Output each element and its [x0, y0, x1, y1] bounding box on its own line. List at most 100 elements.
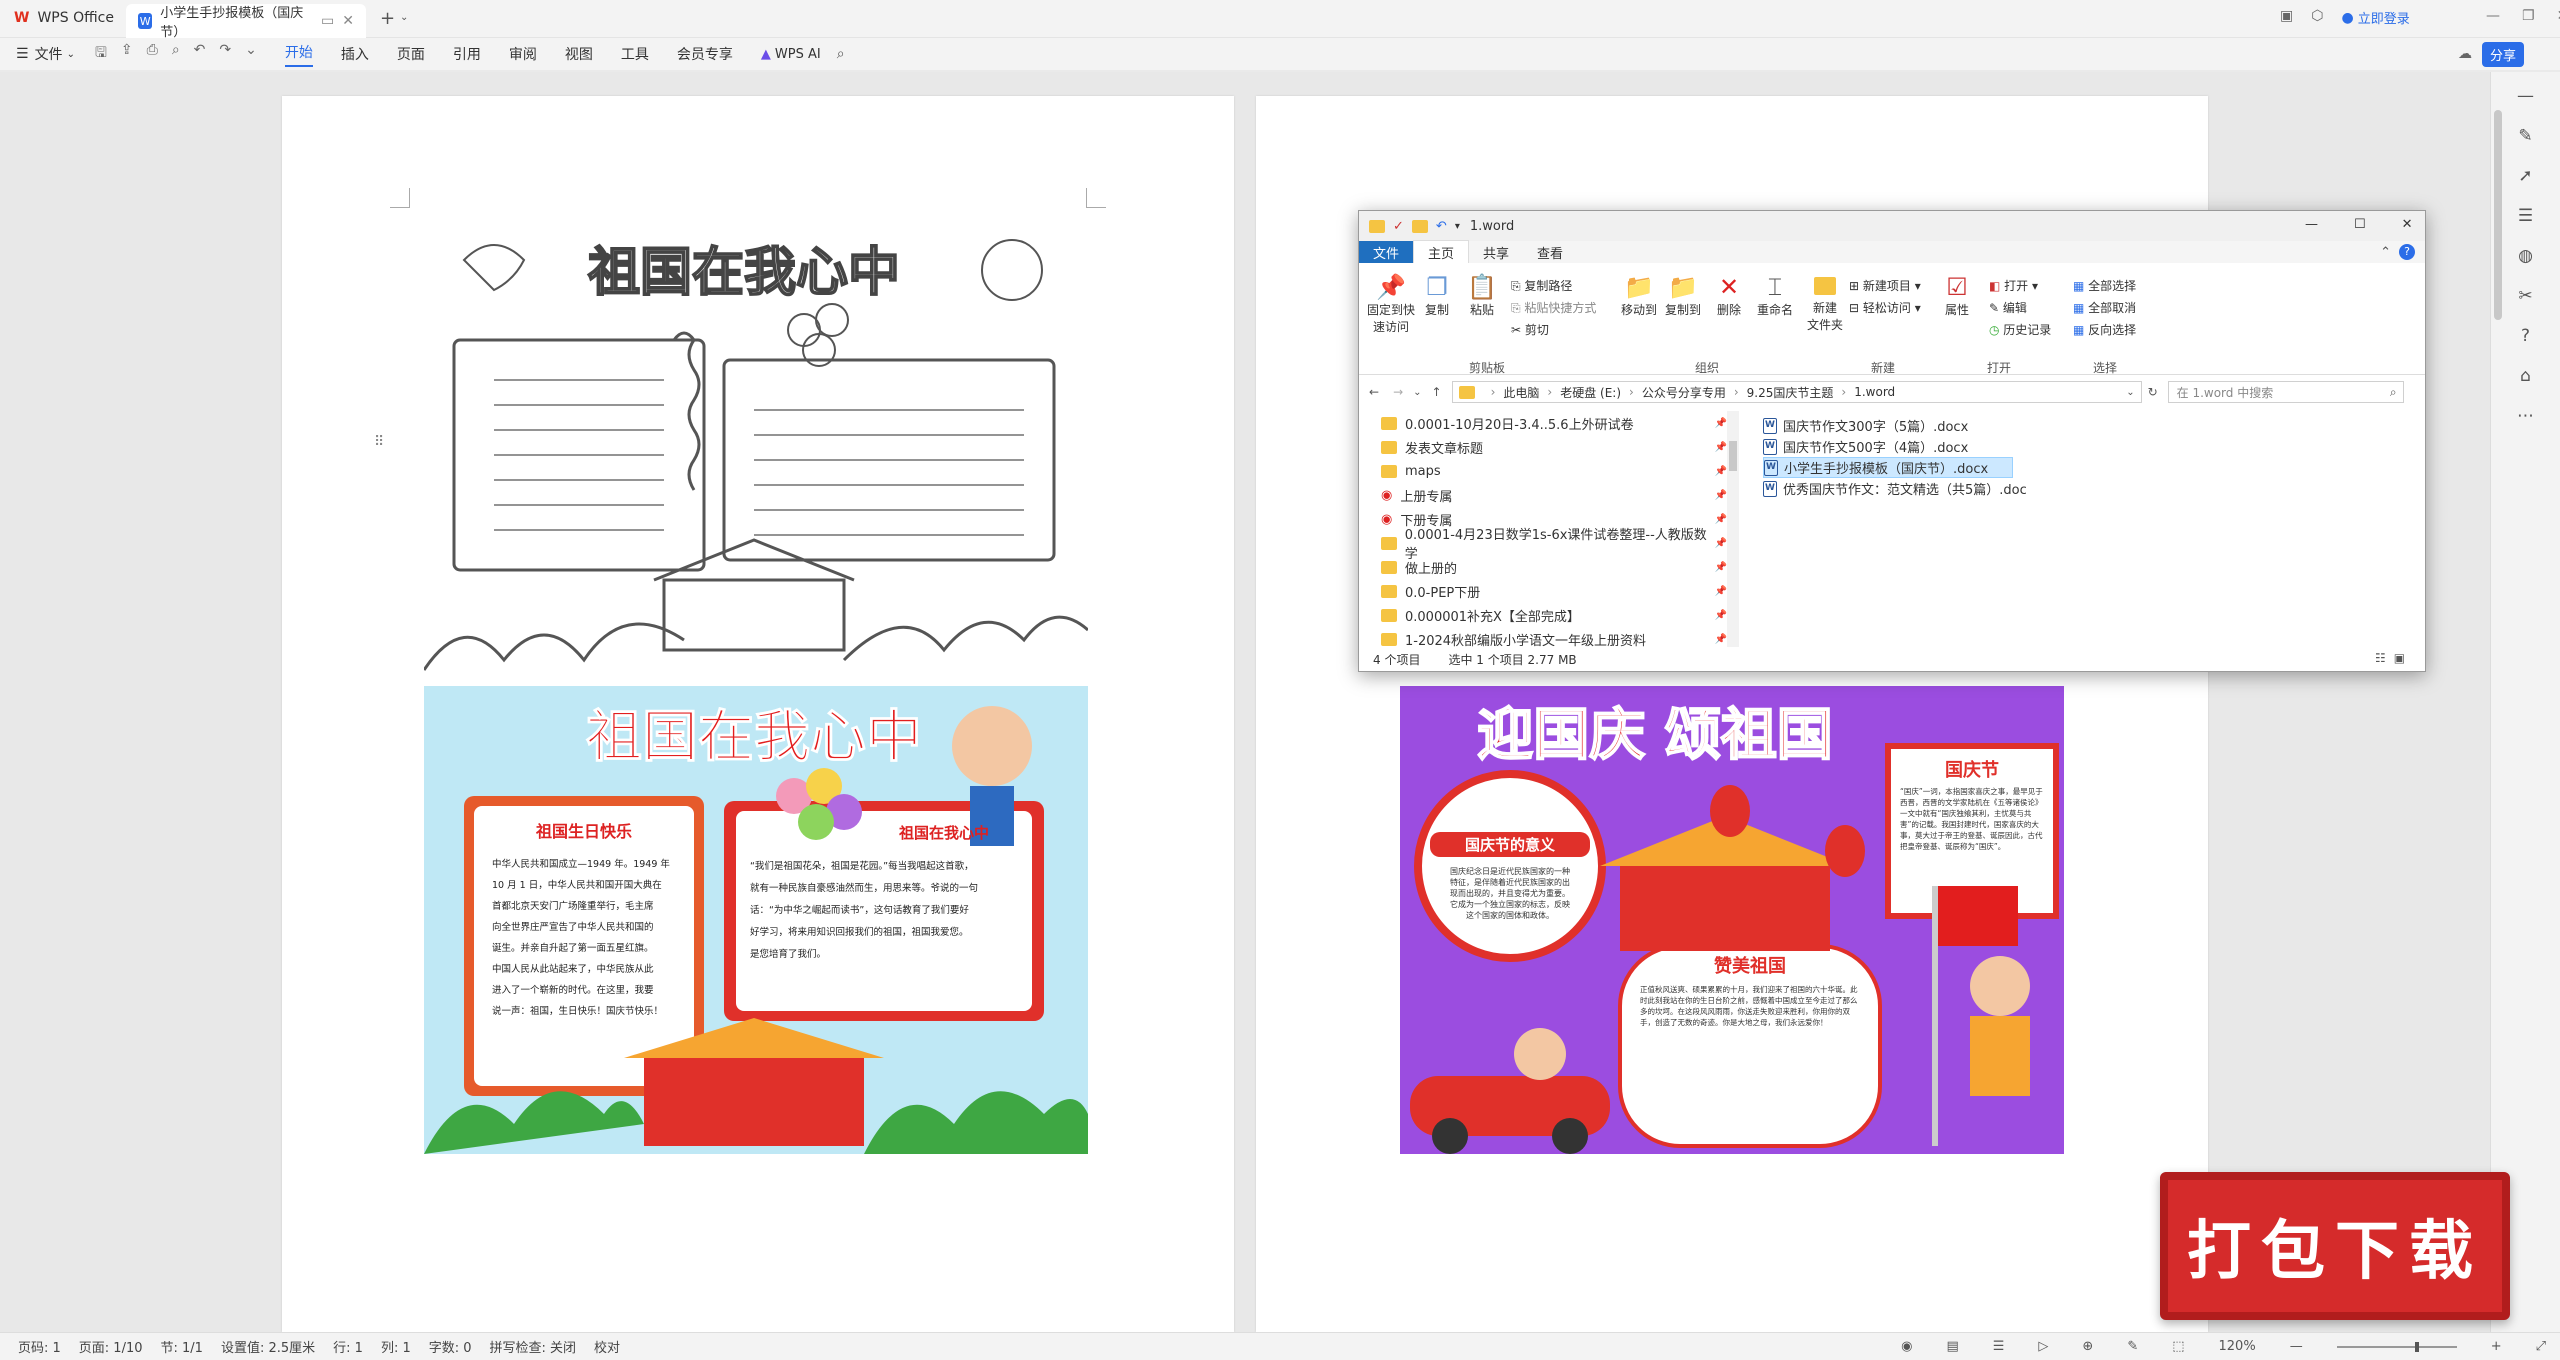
bookmark-icon[interactable]: ⌂ [2514, 366, 2538, 390]
forward-arrow-icon[interactable]: → [1393, 385, 1403, 399]
properties-button[interactable]: ☑ 属性 [1945, 273, 1969, 318]
explorer-close-icon[interactable]: ✕ [2402, 217, 2413, 232]
properties-quick-icon[interactable]: ✓ [1393, 219, 1404, 234]
easy-access-button[interactable]: ⊟ 轻松访问 ▾ [1849, 297, 1921, 319]
status-section[interactable]: 节: 1/1 [161, 1337, 203, 1356]
pin-icon[interactable]: 📌 [1715, 418, 1727, 429]
pin-icon[interactable]: 📌 [1715, 490, 1727, 501]
breadcrumb-item[interactable]: 1.word [1854, 385, 1895, 399]
pen-icon[interactable]: ✎ [2514, 126, 2538, 150]
page-view-icon[interactable]: ▤ [1946, 1339, 1958, 1354]
help-icon[interactable]: ? [2514, 326, 2538, 350]
wps-ai-button[interactable]: ▲ WPS AI [761, 47, 821, 62]
tab-reference[interactable]: 引用 [453, 44, 481, 64]
explorer-help-icon[interactable]: ? [2399, 244, 2415, 260]
invert-selection-button[interactable]: ▦ 反向选择 [2073, 319, 2136, 341]
recent-chevron-icon[interactable]: ⌄ [1413, 387, 1421, 398]
more-chevron-icon[interactable]: ⌄ [245, 42, 257, 66]
document-tab[interactable]: W 小学生手抄报模板（国庆节） ▭ ✕ [126, 4, 366, 40]
dropdown-quick-icon[interactable]: ▾ [1455, 221, 1460, 232]
new-tab-icon[interactable]: + [380, 8, 395, 29]
pin-icon[interactable]: 📌 [1715, 586, 1727, 597]
paste-shortcut-button[interactable]: ⎘ 粘贴快捷方式 [1511, 297, 1596, 319]
tab-review[interactable]: 审阅 [509, 44, 537, 64]
status-setting[interactable]: 设置值: 2.5厘米 [221, 1337, 315, 1356]
file-menu[interactable]: ☰ 文件 ⌄ [16, 44, 75, 64]
settings-sliders-icon[interactable]: ☰ [2514, 206, 2538, 230]
back-arrow-icon[interactable]: ← [1369, 385, 1379, 399]
zoom-level[interactable]: 120% [2219, 1339, 2256, 1354]
refresh-icon[interactable]: ↻ [2148, 385, 2158, 399]
restore-icon[interactable]: ❐ [2522, 8, 2535, 24]
new-item-button[interactable]: ⊞ 新建项目 ▾ [1849, 275, 1921, 297]
share-button[interactable]: 分享 [2482, 41, 2525, 67]
pin-icon[interactable]: 📌 [1715, 610, 1727, 621]
new-folder-button[interactable]: 新建 文件夹 [1807, 273, 1843, 333]
paste-button[interactable]: 📋 粘贴 [1467, 273, 1497, 318]
delete-button[interactable]: ✕ 删除 [1717, 273, 1741, 318]
nav-item[interactable]: 0.000001补充X【全部完成】 📌 [1381, 603, 1727, 627]
new-folder-quick-icon[interactable] [1411, 219, 1428, 233]
comment-icon[interactable]: ▭ [321, 13, 334, 29]
cube-icon[interactable]: ⬡ [2311, 8, 2323, 27]
zoom-out-icon[interactable]: — [2290, 1339, 2303, 1354]
large-icons-view-icon[interactable]: ▣ [2394, 651, 2405, 665]
tab-view[interactable]: 视图 [565, 44, 593, 64]
up-arrow-icon[interactable]: ↑ [1432, 385, 1442, 399]
vertical-scrollbar[interactable] [2494, 110, 2502, 320]
explorer-tab-share[interactable]: 共享 [1469, 241, 1523, 264]
explorer-tab-home[interactable]: 主页 [1413, 240, 1470, 264]
cloud-icon[interactable]: ☁ [2458, 46, 2472, 62]
pin-icon[interactable]: 📌 [1715, 634, 1727, 645]
file-item[interactable]: W 国庆节作文300字（5篇）.docx [1763, 415, 2413, 436]
pin-icon[interactable]: 📌 [1715, 514, 1727, 525]
undo-quick-icon[interactable]: ↶ [1436, 219, 1447, 234]
minimize-icon[interactable]: — [2486, 8, 2500, 24]
copy-path-button[interactable]: ⎘ 复制路径 [1511, 275, 1596, 297]
outline-view-icon[interactable]: ☰ [1993, 1339, 2005, 1354]
explorer-tab-file[interactable]: 文件 [1359, 240, 1414, 264]
nav-item[interactable]: 0.0-PEP下册 📌 [1381, 579, 1727, 603]
export-icon[interactable]: ⇪ [121, 42, 133, 66]
status-col[interactable]: 列: 1 [381, 1337, 411, 1356]
nav-item[interactable]: ◉ 上册专属 📌 [1381, 483, 1727, 507]
copy-to-button[interactable]: 📁 复制到 [1665, 273, 1701, 318]
undo-icon[interactable]: ↶ [194, 42, 206, 66]
status-spell[interactable]: 拼写检查: 关闭 [490, 1337, 577, 1356]
breadcrumb-item[interactable]: 公众号分享专用 [1642, 384, 1726, 401]
status-row[interactable]: 行: 1 [333, 1337, 363, 1356]
close-icon[interactable]: ✕ [2557, 8, 2560, 24]
cursor-icon[interactable]: ➚ [2514, 166, 2538, 190]
status-proof[interactable]: 校对 [594, 1337, 620, 1356]
print-preview-icon[interactable]: ⌕ [172, 42, 180, 66]
nav-item[interactable]: 0.0001-10月20日-3.4..5.6上外研试卷 📌 [1381, 411, 1727, 435]
redo-icon[interactable]: ↷ [219, 42, 231, 66]
tab-home[interactable]: 开始 [284, 42, 313, 67]
zoom-slider-thumb[interactable] [2414, 1341, 2419, 1352]
cut-button[interactable]: ✂ 剪切 [1511, 319, 1596, 341]
copy-button[interactable]: ❐ 复制 [1425, 273, 1449, 318]
search-icon[interactable]: ⌕ [837, 46, 845, 62]
breadcrumb-item[interactable]: 老硬盘 (E:) [1560, 384, 1621, 401]
move-to-button[interactable]: 📁 移动到 [1621, 273, 1657, 318]
pin-icon[interactable]: 📌 [1715, 466, 1727, 477]
open-button[interactable]: ◧ 打开 ▾ [1989, 275, 2051, 297]
history-button[interactable]: ◷ 历史记录 [1989, 319, 2051, 341]
rename-button[interactable]: ⌶ 重命名 [1757, 273, 1793, 318]
pin-icon[interactable]: 📌 [1715, 562, 1727, 573]
nav-scrollbar-thumb[interactable] [1729, 441, 1737, 471]
explorer-minimize-icon[interactable]: — [2305, 217, 2318, 232]
select-all-button[interactable]: ▦ 全部选择 [2073, 275, 2136, 297]
fit-page-icon[interactable]: ⬚ [2172, 1339, 2184, 1354]
status-words[interactable]: 字数: 0 [429, 1337, 472, 1356]
more-icon[interactable]: ⋯ [2514, 406, 2538, 430]
drag-handle-icon[interactable]: ⠿ [374, 434, 384, 450]
pin-quick-access-button[interactable]: 📌 固定到快 速访问 [1367, 273, 1415, 335]
layout-icon[interactable]: ▣ [2280, 8, 2293, 27]
tab-page[interactable]: 页面 [397, 44, 425, 64]
nav-item[interactable]: 1-2024秋部编版小学语文一年级上册资料 📌 [1381, 627, 1727, 647]
ribbon-collapse-icon[interactable]: ⌃ [2380, 245, 2391, 260]
tools-icon[interactable]: ✂ [2514, 286, 2538, 310]
zoom-slider[interactable] [2336, 1341, 2457, 1352]
fullscreen-icon[interactable]: ⤢ [2536, 1339, 2546, 1354]
